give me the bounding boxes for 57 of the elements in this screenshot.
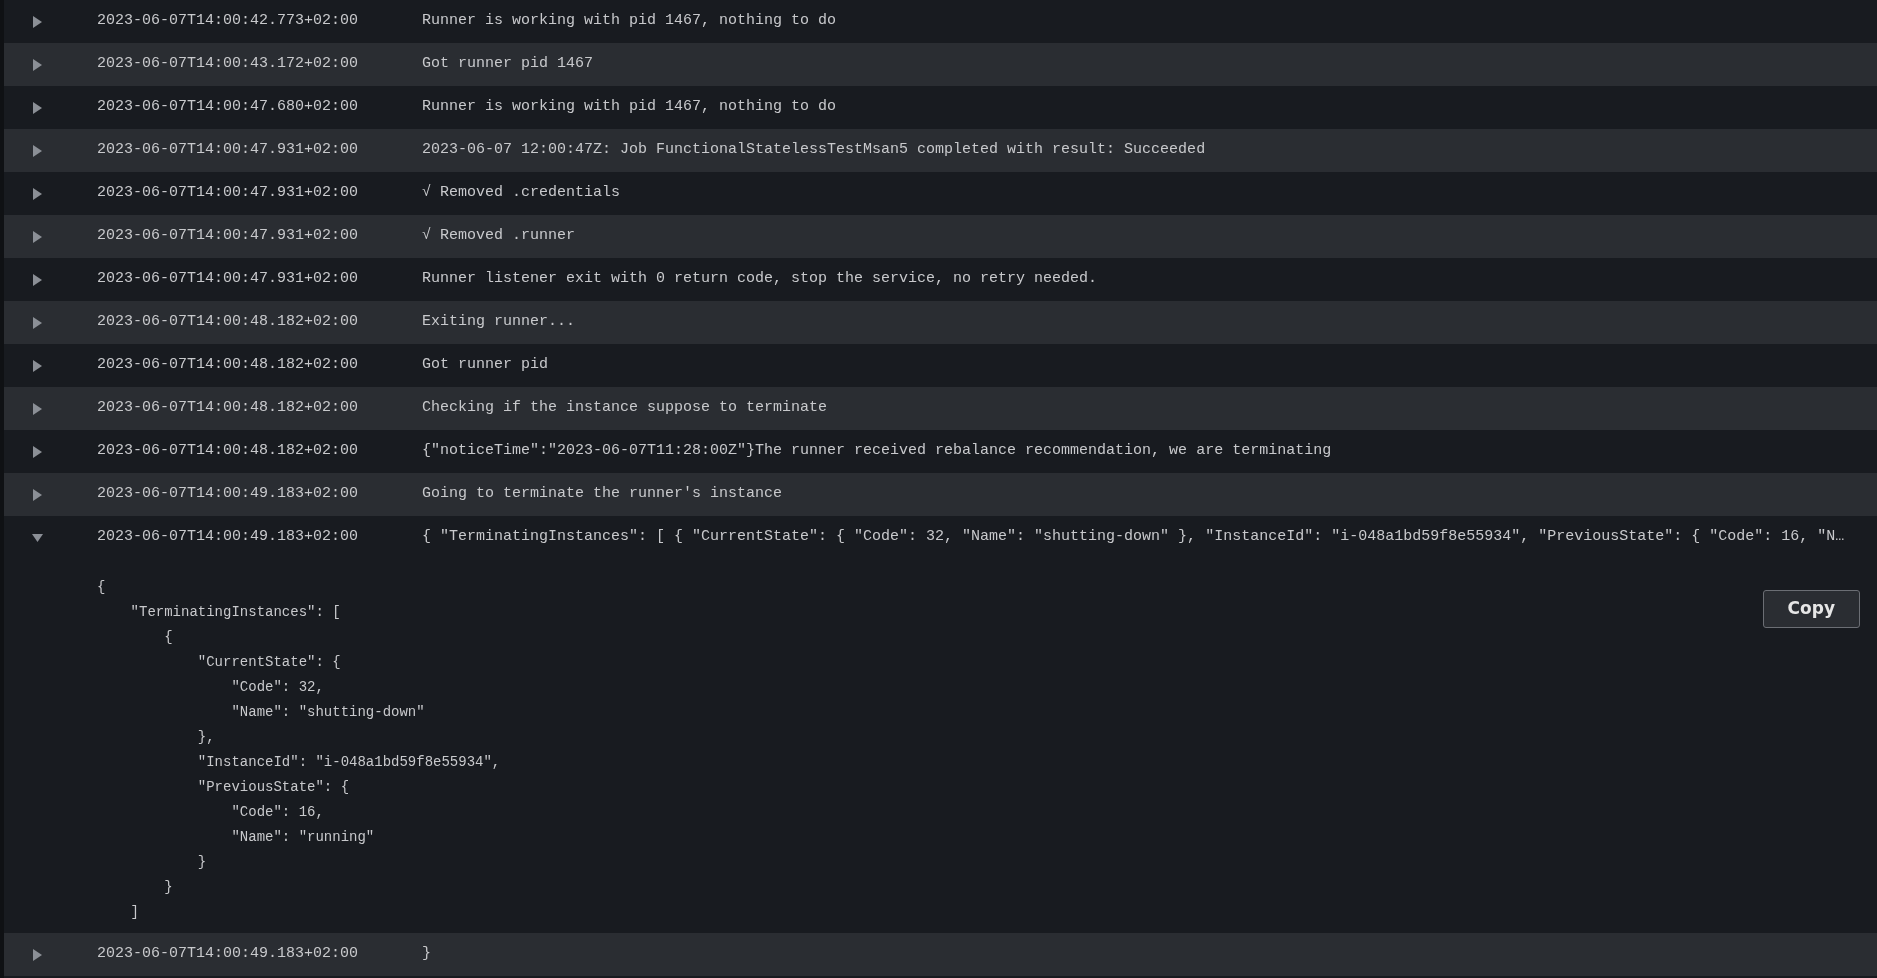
log-timestamp: 2023-06-07T14:00:47.931+02:00 — [97, 140, 360, 161]
expand-caret-icon[interactable] — [32, 187, 43, 200]
log-timestamp: 2023-06-07T14:00:48.182+02:00 — [97, 398, 360, 419]
expand-caret-icon[interactable] — [32, 948, 43, 961]
expand-caret-icon[interactable] — [32, 273, 43, 286]
log-timestamp: 2023-06-07T14:00:47.931+02:00 — [97, 226, 360, 247]
expand-caret-icon[interactable] — [32, 230, 43, 243]
log-message: Runner is working with pid 1467, nothing to do — [422, 11, 837, 32]
log-timestamp: 2023-06-07T14:00:47.931+02:00 — [97, 269, 360, 290]
expand-caret-icon[interactable] — [32, 359, 43, 372]
log-timestamp: 2023-06-07T14:00:49.183+02:00 — [97, 527, 360, 548]
log-timestamp: 2023-06-07T14:00:48.182+02:00 — [97, 441, 360, 462]
log-timestamp: 2023-06-07T14:00:49.183+02:00 — [97, 944, 360, 965]
expand-caret-icon[interactable] — [32, 15, 43, 28]
log-timestamp: 2023-06-07T14:00:43.172+02:00 — [97, 54, 360, 75]
json-line: } — [163, 878, 174, 897]
json-line: } — [196, 853, 208, 872]
log-message: 2023-06-07 12:00:47Z: Job FunctionalStatelessTestMsan5 completed with result: Succeeded — [422, 140, 1206, 161]
log-message: Exiting runner... — [422, 312, 576, 333]
json-line: { — [163, 628, 174, 647]
log-message: Checking if the instance suppose to terminate — [422, 398, 828, 419]
json-line: "Code": 32, — [230, 678, 325, 697]
expand-caret-icon[interactable] — [32, 445, 43, 458]
log-message: √ Removed .credentials — [422, 183, 621, 204]
log-message: Going to terminate the runner's instance — [422, 484, 783, 505]
expand-caret-icon[interactable] — [32, 58, 43, 71]
log-message: √ Removed .runner — [422, 226, 576, 247]
log-timestamp: 2023-06-07T14:00:47.680+02:00 — [97, 97, 360, 118]
log-message: } — [422, 944, 431, 965]
log-timestamp: 2023-06-07T14:00:48.182+02:00 — [97, 355, 360, 376]
collapse-caret-icon[interactable] — [32, 531, 43, 544]
json-line: "Name": "running" — [230, 828, 376, 847]
log-message: { "TerminatingInstances": [ { "CurrentState": { "Code": 32, "Name": "shutting-down" }, "InstanceId": "i-048a1bd59f8e55934", "PreviousState": { "Code": 16, "N… — [422, 527, 1845, 548]
log-timestamp: 2023-06-07T14:00:49.183+02:00 — [97, 484, 360, 505]
log-timestamp: 2023-06-07T14:00:42.773+02:00 — [97, 11, 360, 32]
json-line: "InstanceId": "i-048a1bd59f8e55934", — [196, 753, 502, 772]
json-line: "PreviousState": { — [196, 778, 351, 797]
log-message: {"noticeTime":"2023-06-07T11:28:00Z"}The runner received rebalance recommendation, we are terminating — [422, 441, 1332, 462]
log-timestamp: 2023-06-07T14:00:48.182+02:00 — [97, 312, 360, 333]
expand-caret-icon[interactable] — [32, 402, 43, 415]
expand-caret-icon[interactable] — [32, 101, 43, 114]
json-line: ] — [129, 903, 140, 922]
json-line: "Name": "shutting-down" — [230, 703, 426, 722]
log-timestamp: 2023-06-07T14:00:47.931+02:00 — [97, 183, 360, 204]
copy-button[interactable]: Copy — [1762, 590, 1860, 628]
log-message: Runner is working with pid 1467, nothing to do — [422, 97, 837, 118]
json-line: "TerminatingInstances": [ — [129, 603, 342, 622]
expand-caret-icon[interactable] — [32, 488, 43, 501]
log-message: Got runner pid — [422, 355, 549, 376]
json-line: "Code": 16, — [230, 803, 325, 822]
log-message: Got runner pid 1467 — [422, 54, 594, 75]
json-line: "CurrentState": { — [196, 653, 342, 672]
json-line: }, — [196, 728, 216, 747]
log-message: Runner listener exit with 0 return code, stop the service, no retry needed. — [422, 269, 1098, 290]
expand-caret-icon[interactable] — [32, 144, 43, 157]
expand-caret-icon[interactable] — [32, 316, 43, 329]
json-line: { — [97, 578, 107, 597]
